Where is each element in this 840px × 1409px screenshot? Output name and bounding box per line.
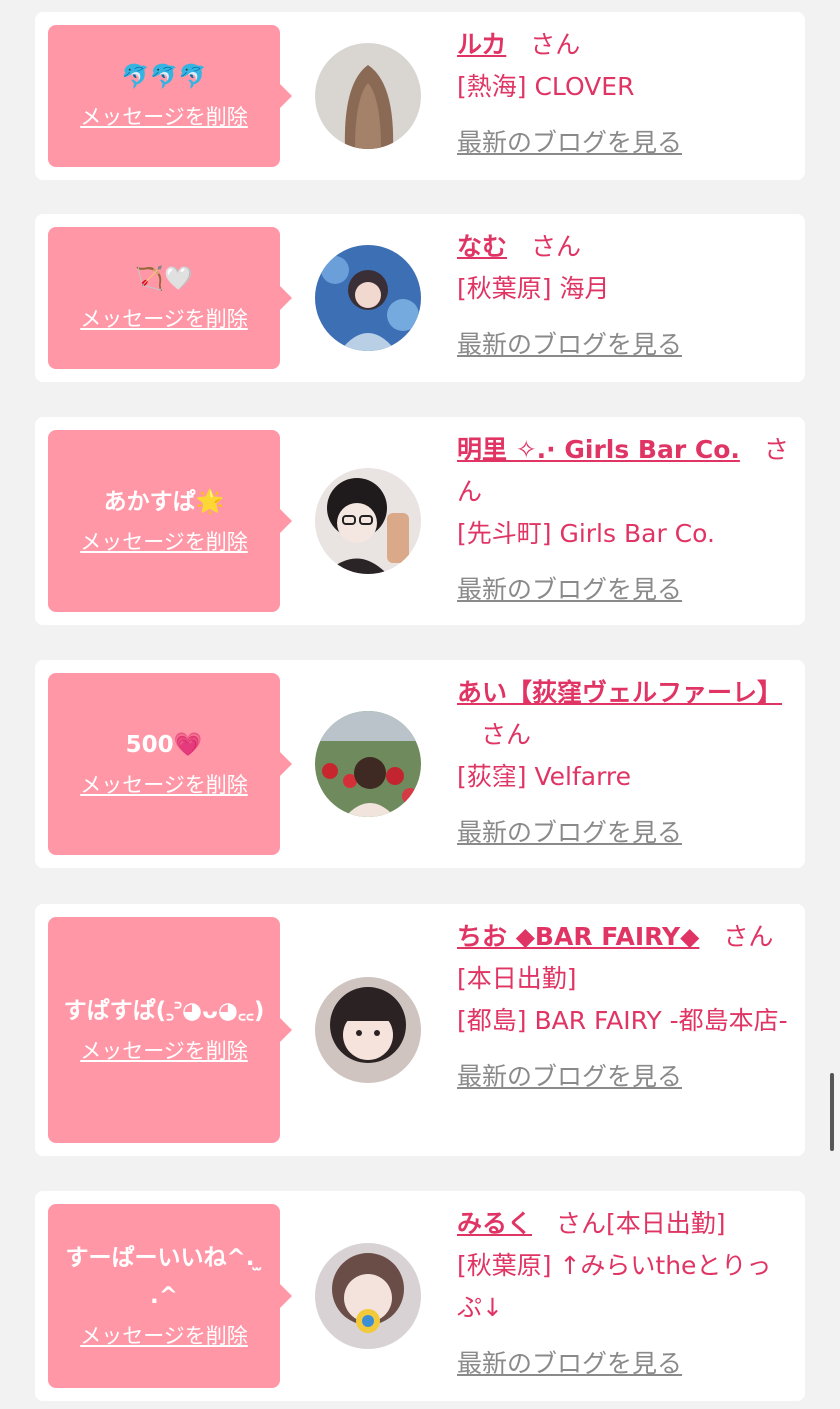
shop-label: [秋葉原] 海月 <box>457 274 610 303</box>
profile-photo-icon <box>315 1243 421 1349</box>
shop-label: [都島] BAR FAIRY -都島本店- <box>457 1006 788 1035</box>
scrollbar[interactable] <box>830 1073 834 1151</box>
fan-card: 🐬🐬🐬 メッセージを削除 ルカ さん [熱海] CLOVER 最新のブログを見る <box>35 12 805 180</box>
name-line: 明里 ✧.· Girls Bar Co. さん <box>457 429 789 513</box>
name-line: なむ さん <box>457 226 789 268</box>
delete-message-link[interactable]: メッセージを削除 <box>80 525 248 559</box>
latest-blog-link[interactable]: 最新のブログを見る <box>457 1343 789 1385</box>
delete-message-link[interactable]: メッセージを削除 <box>80 768 248 802</box>
profile-photo-icon <box>315 245 421 351</box>
cast-info: ルカ さん [熱海] CLOVER 最新のブログを見る <box>457 24 789 164</box>
message-bubble: 500💗 メッセージを削除 <box>48 673 292 855</box>
delete-message-link[interactable]: メッセージを削除 <box>80 100 248 134</box>
fan-card: 🏹🤍 メッセージを削除 なむ さん [秋葉原] 海月 最新のブログを見る <box>35 214 805 382</box>
status-label: [本日出勤] <box>457 964 577 993</box>
latest-blog-link[interactable]: 最新のブログを見る <box>457 569 789 611</box>
honorific: さん <box>530 30 581 59</box>
profile-photo-icon <box>315 977 421 1083</box>
shop-label: [秋葉原] ↑みらいtheとりっぷ↓ <box>457 1251 772 1322</box>
cast-name-link[interactable]: あい【荻窪ヴェルファーレ】 <box>457 678 782 707</box>
fan-card: すぱすぱ(꜆꜄◕ᴗ◕꜀꜀) メッセージを削除 ちお ◆BAR FAIRY◆ さん … <box>35 904 805 1156</box>
name-line: みるく さん[本日出勤] <box>457 1203 789 1245</box>
name-line: ルカ さん <box>457 24 789 66</box>
message-bubble: 🏹🤍 メッセージを削除 <box>48 227 292 369</box>
shop-label: [荻窪] Velfarre <box>457 762 632 791</box>
message-text: 🏹🤍 <box>135 266 193 292</box>
name-line: あい【荻窪ヴェルファーレ】さん <box>457 672 789 756</box>
honorific: さん <box>531 232 582 261</box>
message-text: 🐬🐬🐬 <box>121 64 207 90</box>
message-bubble: あかすぱ🌟 メッセージを削除 <box>48 430 292 612</box>
avatar[interactable] <box>315 43 421 149</box>
avatar[interactable] <box>315 1243 421 1349</box>
cast-info: なむ さん [秋葉原] 海月 最新のブログを見る <box>457 226 789 366</box>
cast-info: ちお ◆BAR FAIRY◆ さん [本日出勤] [都島] BAR FAIRY -… <box>457 916 789 1098</box>
delete-message-link[interactable]: メッセージを削除 <box>80 1034 248 1068</box>
cast-info: あい【荻窪ヴェルファーレ】さん [荻窪] Velfarre 最新のブログを見る <box>457 672 789 854</box>
latest-blog-link[interactable]: 最新のブログを見る <box>457 324 789 366</box>
honorific: さん <box>723 922 774 951</box>
message-text: すーぱーいいね^. ̫ .^ <box>65 1245 263 1309</box>
message-text: 500💗 <box>125 732 203 758</box>
fan-card: すーぱーいいね^. ̫ .^ メッセージを削除 みるく さん[本日出勤] [秋葉原… <box>35 1191 805 1401</box>
cast-name-link[interactable]: なむ <box>457 232 507 261</box>
avatar[interactable] <box>315 711 421 817</box>
honorific: さん <box>556 1209 607 1238</box>
cast-info: 明里 ✧.· Girls Bar Co. さん [先斗町] Girls Bar C… <box>457 429 789 611</box>
message-bubble: 🐬🐬🐬 メッセージを削除 <box>48 25 292 167</box>
latest-blog-link[interactable]: 最新のブログを見る <box>457 122 789 164</box>
latest-blog-link[interactable]: 最新のブログを見る <box>457 1056 789 1098</box>
cast-name-link[interactable]: ルカ <box>457 30 506 59</box>
avatar[interactable] <box>315 977 421 1083</box>
cast-name-link[interactable]: 明里 ✧.· Girls Bar Co. <box>457 435 740 464</box>
shop-label: [熱海] CLOVER <box>457 72 635 101</box>
cast-name-link[interactable]: ちお ◆BAR FAIRY◆ <box>457 922 699 951</box>
message-text: すぱすぱ(꜆꜄◕ᴗ◕꜀꜀) <box>63 998 265 1024</box>
avatar[interactable] <box>315 245 421 351</box>
avatar[interactable] <box>315 468 421 574</box>
message-bubble: すーぱーいいね^. ̫ .^ メッセージを削除 <box>48 1204 292 1388</box>
message-bubble: すぱすぱ(꜆꜄◕ᴗ◕꜀꜀) メッセージを削除 <box>48 917 292 1143</box>
fan-card: あかすぱ🌟 メッセージを削除 明里 ✧.· Girls Bar Co. さん [先… <box>35 417 805 625</box>
latest-blog-link[interactable]: 最新のブログを見る <box>457 812 789 854</box>
honorific: さん <box>481 720 532 749</box>
profile-photo-icon <box>315 468 421 574</box>
cast-name-link[interactable]: みるく <box>457 1209 532 1238</box>
profile-photo-icon <box>315 711 421 817</box>
delete-message-link[interactable]: メッセージを削除 <box>80 302 248 336</box>
profile-photo-icon <box>315 43 421 149</box>
delete-message-link[interactable]: メッセージを削除 <box>80 1319 248 1353</box>
message-text: あかすぱ🌟 <box>103 489 225 515</box>
shop-label: [先斗町] Girls Bar Co. <box>457 519 715 548</box>
name-line: ちお ◆BAR FAIRY◆ さん <box>457 916 789 958</box>
status-label: [本日出勤] <box>606 1209 726 1238</box>
cast-info: みるく さん[本日出勤] [秋葉原] ↑みらいtheとりっぷ↓ 最新のブログを見る <box>457 1203 789 1385</box>
fan-card: 500💗 メッセージを削除 あい【荻窪ヴェルファーレ】さん [荻窪] Velfa… <box>35 660 805 868</box>
